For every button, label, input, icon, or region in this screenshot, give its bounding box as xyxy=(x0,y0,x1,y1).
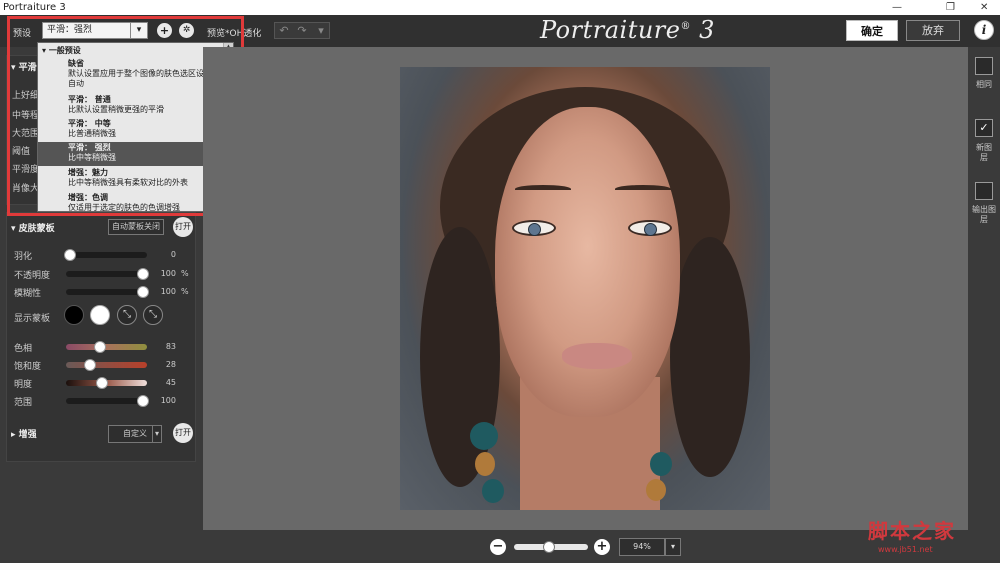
feather-value: 0 xyxy=(170,250,176,259)
opacity-slider[interactable] xyxy=(66,268,149,280)
new-layer-label: 新图层 xyxy=(976,143,992,162)
left-brow-shape xyxy=(515,185,571,193)
zoom-slider[interactable] xyxy=(514,541,588,553)
eyedropper-icon[interactable]: ⤡ xyxy=(117,305,137,325)
enhance-head[interactable]: ▸ 增强 xyxy=(11,427,37,440)
window-title: Portraiture 3 xyxy=(3,2,66,13)
fuzziness-slider[interactable] xyxy=(66,286,149,298)
same-layer-checkbox[interactable] xyxy=(975,57,993,75)
bead-shape xyxy=(646,479,666,501)
portrait-photo xyxy=(400,67,770,510)
range-knob[interactable] xyxy=(137,395,149,407)
fuzziness-unit: % xyxy=(181,287,189,296)
fuzziness-knob[interactable] xyxy=(137,286,149,298)
undo-redo-group: ↶ ↷ ▾ xyxy=(274,22,330,39)
lightness-slider[interactable] xyxy=(66,377,147,389)
zoom-in-button[interactable]: + xyxy=(594,539,610,555)
saturation-label: 饱和度 xyxy=(14,362,42,372)
close-icon[interactable]: ✕ xyxy=(980,0,988,15)
lightness-knob[interactable] xyxy=(96,377,108,389)
enhance-title: 增强 xyxy=(18,430,37,440)
cancel-button[interactable]: 放弃 xyxy=(906,20,960,41)
face-shape xyxy=(495,107,680,417)
fuzziness-label: 模糊性 xyxy=(14,289,42,299)
enhance-open-button[interactable]: 打开 xyxy=(173,423,193,443)
show-mask-label: 显示蒙板 xyxy=(14,314,51,324)
hue-value: 83 xyxy=(165,342,176,351)
skin-mask-open-button[interactable]: 打开 xyxy=(173,217,193,237)
lightness-label: 明度 xyxy=(14,380,33,390)
ok-button[interactable]: 确定 xyxy=(846,20,898,41)
bead-shape xyxy=(475,452,495,476)
opacity-unit: % xyxy=(181,269,189,278)
hue-knob[interactable] xyxy=(94,341,106,353)
logo-version: 3 xyxy=(699,16,715,44)
zoom-level[interactable]: 94% xyxy=(619,538,665,556)
watermark-text: 脚本之家 xyxy=(868,519,956,543)
range-label: 范围 xyxy=(14,398,33,408)
output-layer-checkbox[interactable] xyxy=(975,182,993,200)
white-mask-swatch[interactable] xyxy=(90,305,110,325)
fuzziness-value: 100 xyxy=(160,287,176,296)
opacity-label: 不透明度 xyxy=(14,271,51,281)
range-slider[interactable] xyxy=(66,395,149,407)
range-value: 100 xyxy=(160,396,176,405)
logo-mark: ® xyxy=(680,21,691,32)
feather-label: 羽化 xyxy=(14,252,33,262)
same-layer-label: 相同 xyxy=(976,80,992,89)
chevron-down-icon[interactable]: ▾ xyxy=(665,538,681,556)
opacity-knob[interactable] xyxy=(137,268,149,280)
new-layer-checkbox[interactable]: ✓ xyxy=(975,119,993,137)
saturation-knob[interactable] xyxy=(84,359,96,371)
bead-shape xyxy=(470,422,498,450)
watermark-url: www.jb51.net xyxy=(878,545,933,554)
hue-label: 色相 xyxy=(14,344,33,354)
eyedropper-minus-icon[interactable]: ⤡ xyxy=(143,305,163,325)
feather-knob[interactable] xyxy=(64,249,76,261)
feather-slider[interactable] xyxy=(64,249,147,261)
lightness-value: 45 xyxy=(165,378,176,387)
saturation-slider[interactable] xyxy=(66,359,147,371)
redo-icon[interactable]: ↷ xyxy=(293,23,311,38)
minimize-icon[interactable]: — xyxy=(892,0,902,15)
black-mask-swatch[interactable] xyxy=(64,305,84,325)
history-dropdown-icon[interactable]: ▾ xyxy=(312,23,330,38)
bead-shape xyxy=(650,452,672,476)
hair-right-shape xyxy=(670,237,750,477)
logo-text: Portraiture xyxy=(540,16,681,44)
lips-shape xyxy=(562,343,632,369)
skin-mask-head[interactable]: ▾ 皮肤蒙板 xyxy=(11,221,55,234)
hue-slider[interactable] xyxy=(66,341,147,353)
right-sidebar: 相同 ✓ 新图层 输出图层 xyxy=(968,47,1000,563)
opacity-value: 100 xyxy=(160,269,176,278)
zoom-out-button[interactable]: − xyxy=(490,539,506,555)
skin-mask-title: 皮肤蒙板 xyxy=(18,224,55,234)
zoom-bar: − + 94% ▾ xyxy=(203,530,968,563)
bead-shape xyxy=(482,479,504,503)
undo-icon[interactable]: ↶ xyxy=(275,23,293,38)
zoom-knob[interactable] xyxy=(543,541,555,553)
maximize-icon[interactable]: ❐ xyxy=(946,0,955,15)
auto-mask-button[interactable]: 自动蒙板关闭 xyxy=(108,219,164,235)
enhance-select-value: 自定义 xyxy=(123,429,147,438)
right-brow-shape xyxy=(615,185,671,193)
output-layer-label: 输出图层 xyxy=(972,205,996,224)
left-eye-shape xyxy=(512,220,556,236)
saturation-value: 28 xyxy=(165,360,176,369)
app-logo: Portraiture® 3 xyxy=(540,16,715,44)
skin-mask-section: ▾ 皮肤蒙板 自动蒙板关闭 打开 羽化 0 不透明度 100 % 模糊性 100… xyxy=(6,212,196,462)
title-bar: Portraiture 3 — ❐ ✕ xyxy=(0,0,1000,15)
chevron-down-icon[interactable]: ▾ xyxy=(152,425,162,443)
info-icon[interactable]: i xyxy=(974,20,994,40)
right-eye-shape xyxy=(628,220,672,236)
